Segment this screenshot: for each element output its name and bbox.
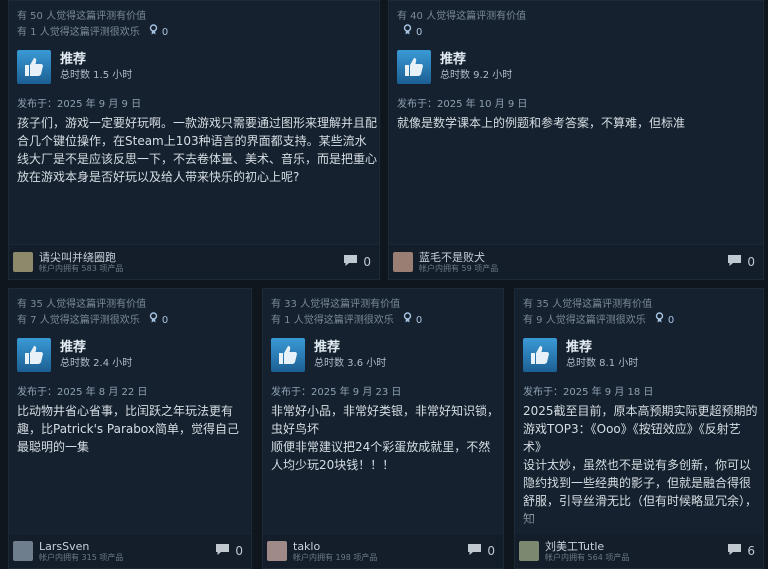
recommend-label[interactable]: 推荐 (314, 339, 386, 356)
thumbs-up-icon (397, 50, 431, 84)
helpful-count: 有 35 人觉得这篇评测有价值 (523, 299, 653, 310)
play-hours: 总时数 1.5 小时 (60, 70, 133, 81)
funny-count: 有 1 人觉得这篇评测很欢乐 (271, 315, 394, 326)
award-icon (403, 24, 412, 40)
posted-date: 发布于：2025 年 8 月 22 日 (17, 387, 148, 398)
product-count: 帐户内拥有 583 项产品 (39, 263, 124, 273)
username[interactable]: 请尖叫并绕圈跑 (39, 251, 123, 264)
award-count: 0 (667, 314, 675, 326)
posted-date: 发布于：2025 年 10 月 9 日 (397, 99, 528, 110)
review-card: 有 35 人觉得这篇评测有价值 有 7 人觉得这篇评测很欢乐 0 推荐 总时数 … (8, 288, 252, 569)
avatar[interactable] (13, 541, 33, 561)
award-icon (149, 312, 158, 328)
review-footer: 蓝毛不是败犬 帐户内拥有 59 项产品 0 (389, 244, 763, 279)
review-text: 2025截至目前，原本高预期实际更超预期的游戏TOP3：《Ooo》《按钮效应》《… (523, 404, 758, 526)
product-count: 帐户内拥有 198 项产品 (293, 552, 378, 562)
comments-button[interactable]: 0 (727, 254, 755, 270)
username[interactable]: taklo (293, 540, 377, 553)
recommend-label[interactable]: 推荐 (60, 339, 132, 356)
recommend-label[interactable]: 推荐 (566, 339, 638, 356)
username[interactable]: 刘美工Tutle (545, 540, 629, 553)
helpful-count: 有 33 人觉得这篇评测有价值 (271, 299, 401, 310)
helpful-count: 有 35 人觉得这篇评测有价值 (17, 299, 147, 310)
award-count: 0 (161, 314, 169, 326)
comments-button[interactable]: 6 (727, 543, 755, 559)
product-count: 帐户内拥有 315 项产品 (39, 552, 124, 562)
review-footer: 刘美工Tutle 帐户内拥有 564 项产品 6 (515, 533, 763, 568)
funny-row: 有 9 人觉得这篇评测很欢乐 0 (523, 312, 763, 328)
award-icon (149, 24, 158, 40)
award-count: 0 (416, 26, 423, 38)
recommend-label[interactable]: 推荐 (440, 51, 512, 68)
play-hours: 总时数 8.1 小时 (566, 358, 639, 369)
comment-count: 0 (747, 255, 755, 269)
comment-bubble-icon (343, 254, 363, 270)
review-footer: LarsSven 帐户内拥有 315 项产品 0 (9, 533, 251, 568)
avatar[interactable] (267, 541, 287, 561)
award-badge[interactable]: 0 (149, 24, 168, 40)
funny-row: 有 1 人觉得这篇评测很欢乐 0 (17, 24, 379, 40)
award-badge[interactable]: 0 (149, 312, 168, 328)
comments-button[interactable]: 0 (467, 543, 495, 559)
comment-bubble-icon (215, 543, 235, 559)
funny-row: 有 1 人觉得这篇评测很欢乐 0 (271, 312, 503, 328)
review-card: 有 50 人觉得这篇评测有价值 有 1 人觉得这篇评测很欢乐 0 推荐 总时数 … (8, 0, 380, 280)
avatar[interactable] (519, 541, 539, 561)
review-footer: 请尖叫并绕圈跑 帐户内拥有 583 项产品 0 (9, 244, 379, 279)
funny-count: 有 7 人觉得这篇评测很欢乐 (17, 315, 140, 326)
award-badge[interactable]: 0 (655, 312, 674, 328)
award-icon (655, 312, 664, 328)
funny-count: 有 1 人觉得这篇评测很欢乐 (17, 27, 140, 38)
funny-row: 有 7 人觉得这篇评测很欢乐 0 (17, 312, 251, 328)
posted-date: 发布于：2025 年 9 月 18 日 (523, 387, 654, 398)
comments-button[interactable]: 0 (215, 543, 243, 559)
username[interactable]: 蓝毛不是败犬 (419, 251, 498, 264)
award-icon (403, 312, 412, 328)
helpful-count: 有 40 人觉得这篇评测有价值 (397, 11, 527, 22)
review-text: 比动物井省心省事，比闰跃之年玩法更有趣，比Patrick's Parabox简单… (17, 404, 239, 454)
comment-count: 0 (235, 544, 243, 558)
posted-date: 发布于：2025 年 9 月 9 日 (17, 99, 142, 110)
play-hours: 总时数 9.2 小时 (440, 70, 513, 81)
product-count: 帐户内拥有 564 项产品 (545, 552, 630, 562)
thumbs-up-icon (523, 338, 557, 372)
award-count: 0 (415, 314, 423, 326)
play-hours: 总时数 2.4 小时 (60, 358, 133, 369)
thumbs-up-icon (271, 338, 305, 372)
play-hours: 总时数 3.6 小时 (314, 358, 387, 369)
funny-row: 0 (397, 24, 763, 40)
review-text: 就像是数学课本上的例题和参考答案，不算难，但标准 (397, 116, 686, 130)
award-badge[interactable]: 0 (403, 24, 422, 40)
avatar[interactable] (13, 252, 33, 272)
comment-bubble-icon (467, 543, 487, 559)
avatar[interactable] (393, 252, 413, 272)
thumbs-up-icon (17, 50, 51, 84)
review-card: 有 33 人觉得这篇评测有价值 有 1 人觉得这篇评测很欢乐 0 推荐 总时数 … (262, 288, 504, 569)
username[interactable]: LarsSven (39, 540, 123, 553)
comment-bubble-icon (727, 543, 747, 559)
comment-bubble-icon (727, 254, 747, 270)
helpful-count: 有 50 人觉得这篇评测有价值 (17, 11, 147, 22)
review-card: 有 35 人觉得这篇评测有价值 有 9 人觉得这篇评测很欢乐 0 推荐 总时数 … (514, 288, 764, 569)
review-text: 非常好小品，非常好类银，非常好知识锁，虫好鸟坏 顺便非常建议把24个彩蛋放成就里… (271, 404, 500, 472)
review-footer: taklo 帐户内拥有 198 项产品 0 (263, 533, 503, 568)
product-count: 帐户内拥有 59 项产品 (419, 263, 499, 273)
posted-date: 发布于：2025 年 9 月 23 日 (271, 387, 402, 398)
comments-button[interactable]: 0 (343, 254, 371, 270)
review-text: 孩子们，游戏一定要好玩啊。一款游戏只需要通过图形来理解并且配合几个键位操作，在S… (17, 116, 378, 184)
funny-count: 有 9 人觉得这篇评测很欢乐 (523, 315, 646, 326)
award-badge[interactable]: 0 (403, 312, 422, 328)
award-count: 0 (161, 26, 169, 38)
comment-count: 0 (487, 544, 495, 558)
comment-count: 6 (747, 544, 755, 558)
thumbs-up-icon (17, 338, 51, 372)
review-card: 有 40 人觉得这篇评测有价值 0 推荐 总时数 9.2 小时 发布于：2025… (388, 0, 764, 280)
comment-count: 0 (363, 255, 371, 269)
recommend-label[interactable]: 推荐 (60, 51, 132, 68)
